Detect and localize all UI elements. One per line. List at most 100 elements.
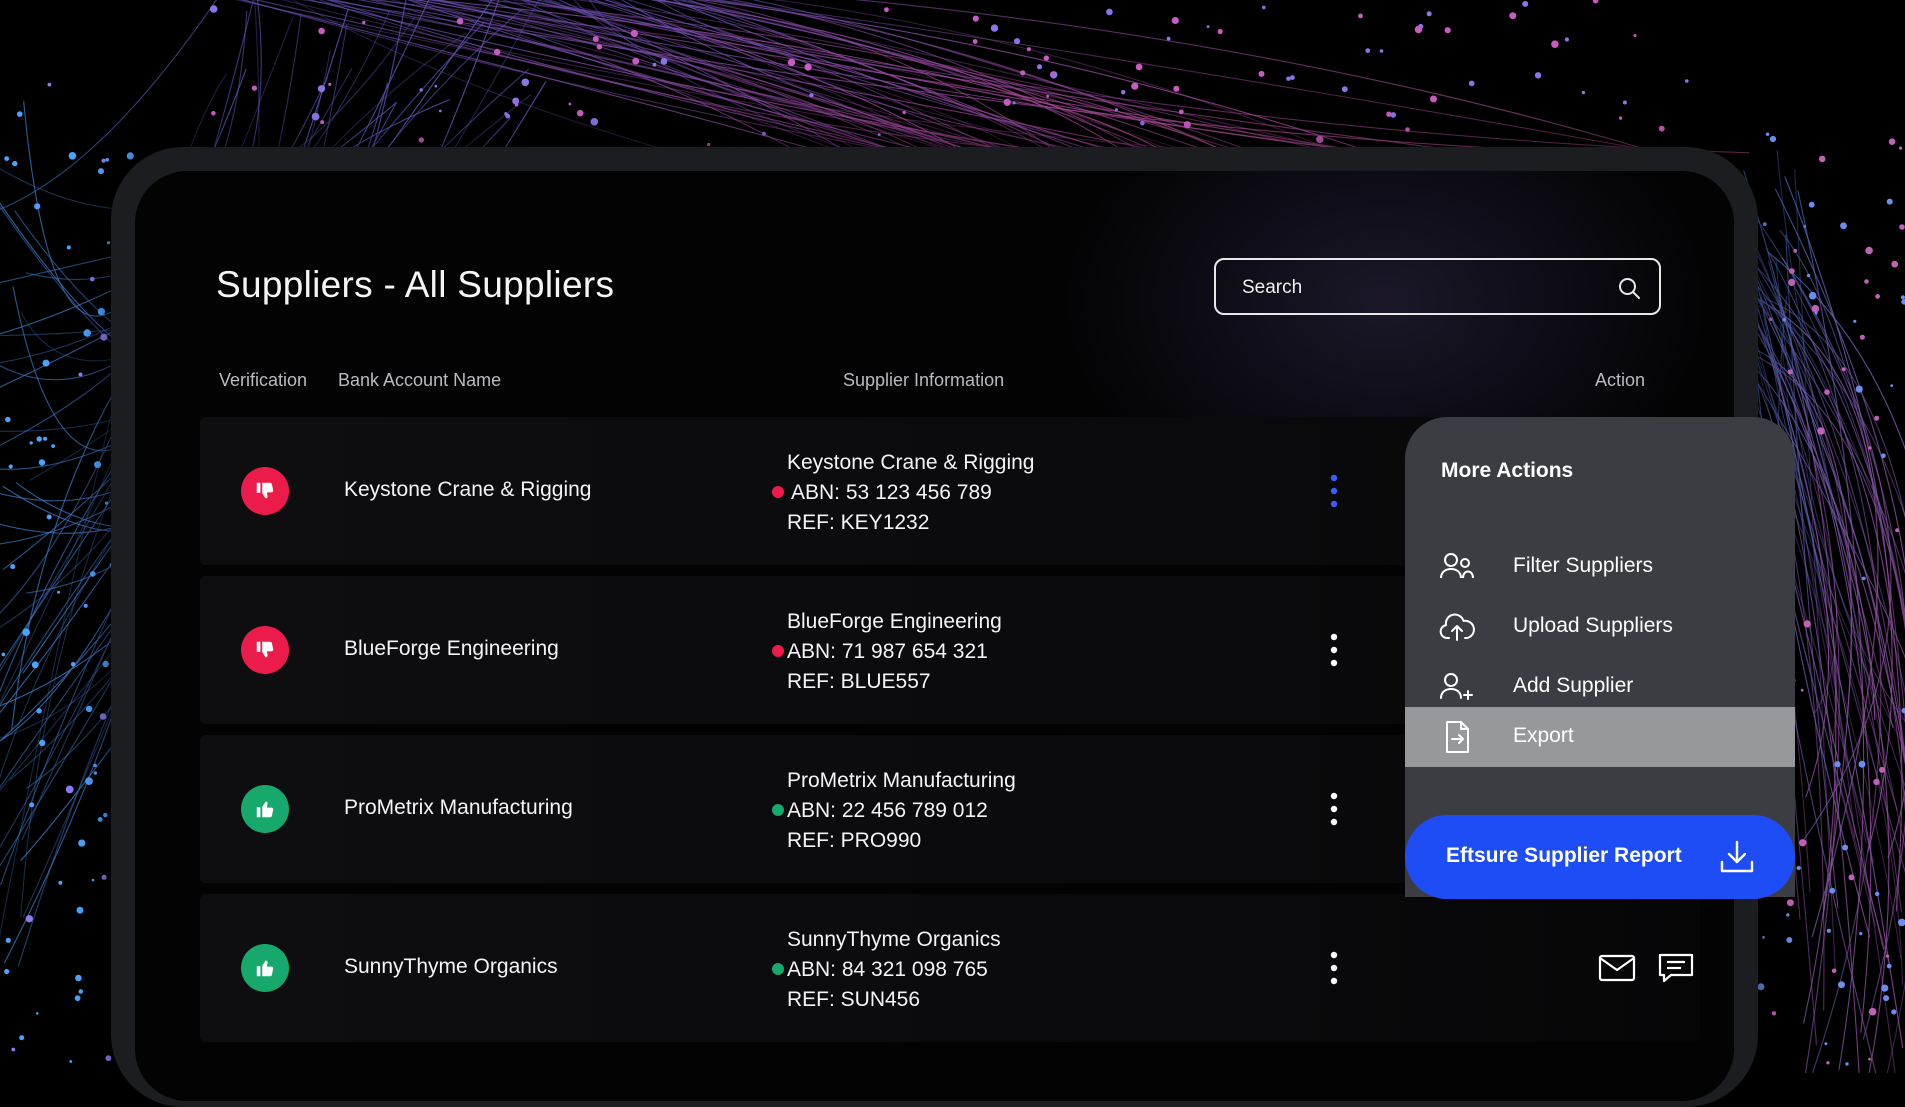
menu-item-label: Add Supplier [1513,674,1634,697]
background-dot [990,24,999,32]
kebab-menu-icon[interactable] [1324,472,1344,510]
background-dot [1874,415,1880,421]
background-dot [652,62,657,67]
background-dot [1183,121,1191,129]
background-dot [1771,1011,1777,1016]
background-dot [1855,385,1863,393]
message-icon[interactable] [1657,952,1695,984]
kebab-menu-icon[interactable] [1324,949,1344,987]
background-dot [99,713,107,720]
background-dot [1788,278,1796,286]
background-dot [36,436,42,442]
background-dot [632,57,640,65]
background-dot [1899,224,1905,230]
background-dot [1171,16,1179,25]
background-dot [25,915,33,923]
background-dot [660,57,668,65]
supplier-name: BlueForge Engineering [787,610,1002,633]
background-dot [1806,273,1811,278]
background-dot [90,571,96,577]
background-dot [568,102,572,106]
bank-account-name: ProMetrix Manufacturing [344,796,573,819]
mail-icon[interactable] [1598,954,1636,982]
menu-item-filter-suppliers[interactable]: Filter Suppliers [1405,537,1795,597]
background-dot [1414,25,1423,34]
background-dot [1881,453,1886,459]
background-dot [877,133,881,137]
background-line [1781,257,1892,845]
background-dot [1020,70,1026,76]
background-dot [1685,79,1689,83]
background-dot [1808,291,1817,300]
background-dot [1286,76,1291,81]
background-dot [1901,708,1905,714]
background-dot [1803,225,1807,228]
background-dot [1888,138,1896,145]
background-dot [100,333,108,341]
supplier-ref: REF: PRO990 [787,829,922,852]
background-dot [90,276,95,282]
background-dot [1873,778,1880,786]
background-dot [434,84,438,88]
search-input[interactable] [1240,260,1604,315]
background-dot [504,112,508,116]
background-dot [1012,101,1016,105]
verification-badge [241,467,289,515]
background-dot [69,1060,73,1063]
menu-item-upload-suppliers[interactable]: Upload Suppliers [1405,597,1795,657]
background-dot [104,501,109,505]
background-dot [419,88,423,92]
background-dot [1106,8,1113,16]
background-dot [1787,369,1794,375]
background-dot [85,705,93,713]
menu-item-export[interactable]: Export [1405,707,1795,767]
search-icon[interactable] [1617,276,1641,300]
background-dot [1803,620,1811,628]
search-box[interactable] [1214,258,1661,315]
background-dot [1879,766,1885,773]
background-dot [418,137,424,143]
report-button-label: Eftsure Supplier Report [1446,844,1682,867]
add-user-icon [1440,673,1473,700]
background-dot [1121,90,1126,95]
supplier-ref: REF: KEY1232 [787,511,930,534]
background-dot [1426,11,1432,17]
background-dot [884,7,889,13]
background-dot [1618,116,1623,120]
kebab-menu-icon[interactable] [1324,790,1344,828]
background-dot [5,937,11,943]
background-dot [590,118,599,126]
background-dot [1762,222,1767,227]
supplier-name: Keystone Crane & Rigging [787,451,1035,474]
background-dot [10,564,16,570]
background-dot [1622,100,1627,105]
background-dot [1050,71,1056,76]
background-dot [78,989,84,994]
background-dot [1043,55,1050,61]
thumbs-down-icon [256,641,274,658]
supplier-information: ProMetrix Manufacturing ABN: 22 456 789 … [772,766,1016,856]
background-dot [972,15,979,22]
background-dot [1786,913,1790,917]
background-dot [34,203,41,210]
background-dot [68,152,77,160]
background-dot [58,880,63,885]
background-dot [1829,887,1836,894]
background-dot [809,93,814,98]
background-dot [456,18,464,25]
background-dot [1769,317,1773,321]
eftsure-supplier-report-button[interactable]: Eftsure Supplier Report [1405,815,1795,899]
background-dot [94,461,102,469]
background-dot [211,111,216,116]
column-header-verification: Verification [219,370,308,390]
background-dot [1890,384,1894,387]
background-dot [74,995,81,1002]
background-dot [1534,72,1542,79]
kebab-menu-icon[interactable] [1324,631,1344,669]
table-row[interactable]: SunnyThyme Organics SunnyThyme Organics … [200,894,1700,1042]
bank-account-name: SunnyThyme Organics [344,955,558,978]
background-dot [1658,125,1665,132]
background-dot [1166,36,1171,41]
background-dot [4,968,10,975]
download-icon [1720,840,1754,873]
